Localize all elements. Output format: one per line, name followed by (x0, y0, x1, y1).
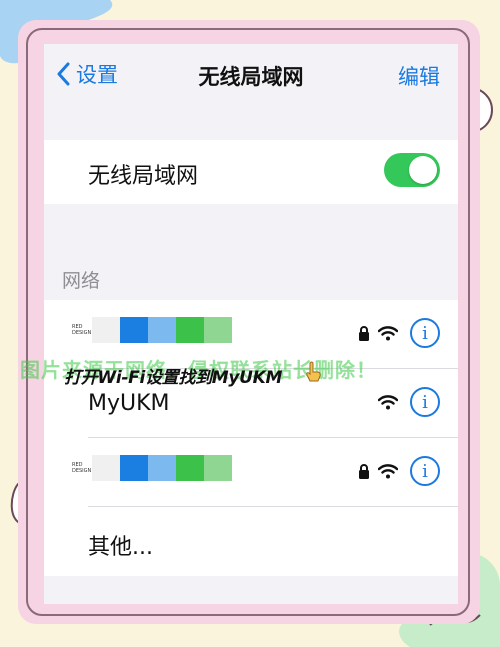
wifi-signal-icon (378, 463, 398, 479)
other-networks-label: 其他... (88, 535, 153, 560)
wifi-signal-icon (378, 394, 398, 410)
network-row-other[interactable]: 其他... (44, 507, 458, 576)
pointing-hand-icon (306, 361, 321, 382)
network-name: MyUKM (88, 391, 170, 416)
wifi-settings-screen: 设置 无线局域网 编辑 无线局域网 网络 RED DESIGN i MyUKM … (44, 44, 458, 604)
wifi-switch[interactable] (384, 153, 440, 187)
navigation-bar: 设置 无线局域网 编辑 (44, 44, 458, 104)
red-design-logo: RED DESIGN (72, 462, 92, 474)
info-icon[interactable]: i (410, 318, 440, 348)
network-row[interactable]: RED DESIGN i (44, 438, 458, 507)
networks-list: RED DESIGN i MyUKM i RED DESIGN i 其他... (44, 300, 458, 576)
redacted-network-name: RED DESIGN (72, 453, 232, 483)
networks-section-header: 网络 (62, 270, 101, 292)
info-icon[interactable]: i (410, 387, 440, 417)
lock-icon (358, 463, 370, 479)
wifi-toggle-row: 无线局域网 (44, 140, 458, 204)
instruction-caption: 打开Wi-Fi设置找到MyUKM (64, 368, 283, 388)
edit-button[interactable]: 编辑 (398, 61, 440, 91)
red-design-logo: RED DESIGN (72, 324, 92, 336)
wifi-toggle-label: 无线局域网 (88, 164, 199, 189)
lock-icon (358, 325, 370, 341)
redacted-network-name: RED DESIGN (72, 315, 232, 345)
info-icon[interactable]: i (410, 456, 440, 486)
switch-knob (409, 156, 437, 184)
wifi-signal-icon (378, 325, 398, 341)
page-title: 无线局域网 (198, 65, 304, 89)
